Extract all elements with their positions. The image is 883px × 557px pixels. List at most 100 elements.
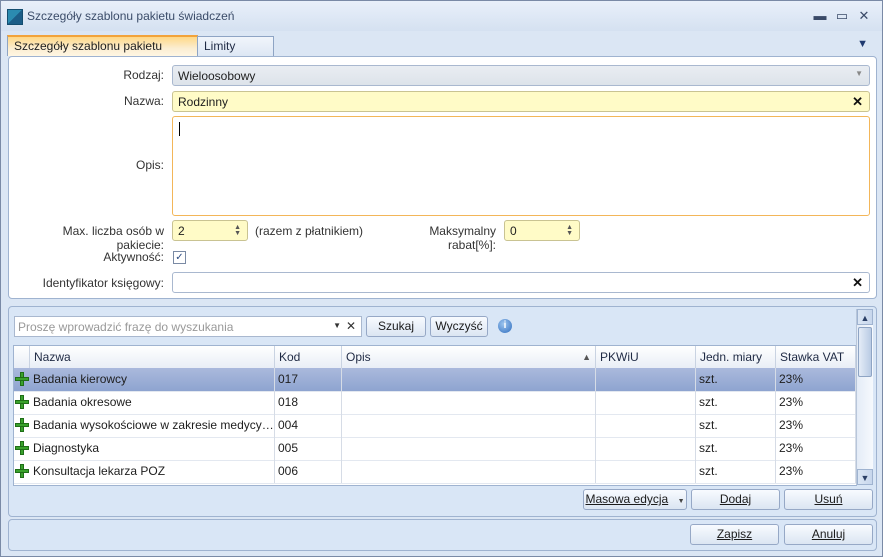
bulk-edit-label: Masowa edycja xyxy=(585,492,669,506)
cell-jedn-miary: szt. xyxy=(696,368,776,391)
table-row[interactable]: Badania okresowe 018 szt. 23% xyxy=(14,391,856,415)
bulk-edit-button[interactable]: Masowa edycja ▼ xyxy=(583,489,687,510)
column-header-nazwa[interactable]: Nazwa xyxy=(30,346,275,368)
nazwa-label: Nazwa: xyxy=(123,94,164,108)
save-button[interactable]: Zapisz xyxy=(690,524,779,545)
clear-identyfikator-icon[interactable]: ✕ xyxy=(852,275,863,291)
cell-opis xyxy=(342,414,596,437)
remove-button-label: Usuń xyxy=(814,492,843,506)
text-cursor xyxy=(179,122,180,136)
rabat-label: Maksymalny rabat[%]: xyxy=(429,224,496,252)
sort-ascending-icon: ▲ xyxy=(582,352,591,362)
close-button[interactable]: ✕ xyxy=(854,7,874,25)
scroll-up-icon[interactable]: ▲ xyxy=(857,309,873,325)
services-table: Nazwa Kod Opis ▲ PKWiU Jedn. miary Stawk… xyxy=(13,345,857,486)
spinner-arrows-icon[interactable]: ▲ ▼ xyxy=(234,224,241,237)
max-osob-value: 2 xyxy=(178,224,185,238)
window-title: Szczegóły szablonu pakietu świadczeń xyxy=(27,9,235,23)
cell-kod: 004 xyxy=(275,414,342,437)
cell-jedn-miary: szt. xyxy=(696,437,776,460)
cell-nazwa: Diagnostyka xyxy=(30,437,275,460)
tab-menu-icon[interactable]: ▼ xyxy=(857,38,868,50)
spinner-arrows-icon[interactable]: ▲ ▼ xyxy=(566,224,573,237)
add-button[interactable]: Dodaj xyxy=(691,489,780,510)
table-row[interactable]: Badania wysokościowe w zakresie medycyny… xyxy=(14,414,856,438)
footer-panel: Zapisz Anuluj xyxy=(8,519,877,551)
tab-limits[interactable]: Limity [Alt+2] xyxy=(197,36,274,72)
cell-opis xyxy=(342,437,596,460)
opis-label: Opis: xyxy=(135,158,164,172)
cell-nazwa: Konsultacja lekarza POZ xyxy=(30,460,275,483)
rodzaj-value: Wieloosobowy xyxy=(178,69,256,83)
details-panel: Rodzaj: Wieloosobowy ▼ Nazwa: Rodzinny ✕… xyxy=(8,56,877,299)
aktywnosc-checkbox[interactable]: ✓ xyxy=(173,251,186,264)
cell-stawka-vat: 23% xyxy=(776,391,856,414)
add-plus-icon[interactable] xyxy=(15,418,29,432)
column-header-kod[interactable]: Kod xyxy=(275,346,342,368)
cell-jedn-miary: szt. xyxy=(696,391,776,414)
save-button-label: Zapisz xyxy=(716,527,753,541)
search-button[interactable]: Szukaj xyxy=(366,316,426,337)
cell-stawka-vat: 23% xyxy=(776,414,856,437)
table-row[interactable]: Diagnostyka 005 szt. 23% xyxy=(14,437,856,461)
vertical-scrollbar[interactable]: ▲ ▼ xyxy=(856,309,873,485)
search-placeholder: Proszę wprowadzić frazę do wyszukania xyxy=(18,320,234,334)
remove-button[interactable]: Usuń xyxy=(784,489,873,510)
column-header-opis-label: Opis xyxy=(346,350,371,364)
tab-details[interactable]: Szczegóły szablonu pakietu [Alt+1] xyxy=(7,35,198,72)
services-grid-panel: Proszę wprowadzić frazę do wyszukania ▼ … xyxy=(8,306,877,517)
column-header-opis[interactable]: Opis ▲ xyxy=(342,346,596,368)
cancel-button-label: Anuluj xyxy=(811,527,846,541)
column-header-jedn-miary[interactable]: Jedn. miary xyxy=(696,346,776,368)
column-header-pkwiu[interactable]: PKWiU xyxy=(596,346,696,368)
add-button-label: Dodaj xyxy=(719,492,752,506)
opis-textarea[interactable] xyxy=(172,116,870,216)
add-plus-icon[interactable] xyxy=(15,441,29,455)
maximize-button[interactable]: ▭ xyxy=(832,7,852,25)
header-icon-column xyxy=(14,346,30,368)
search-dropdown-icon[interactable]: ▼ xyxy=(333,321,341,330)
clear-button[interactable]: Wyczyść xyxy=(430,316,488,337)
rabat-value: 0 xyxy=(510,224,517,238)
add-plus-icon[interactable] xyxy=(15,395,29,409)
scroll-thumb[interactable] xyxy=(858,327,872,377)
cell-pkwiu xyxy=(596,460,696,483)
max-osob-label: Max. liczba osób w pakiecie: xyxy=(62,224,164,252)
max-osob-note: (razem z płatnikiem) xyxy=(255,224,364,238)
column-header-stawka-vat[interactable]: Stawka VAT xyxy=(776,346,856,368)
info-icon[interactable]: i xyxy=(498,319,512,333)
app-icon xyxy=(7,9,23,25)
max-osob-spinner[interactable]: 2 ▲ ▼ xyxy=(172,220,248,241)
chevron-down-icon[interactable]: ▼ xyxy=(855,69,863,78)
cell-nazwa: Badania wysokościowe w zakresie medycyny… xyxy=(30,414,275,437)
table-row[interactable]: Konsultacja lekarza POZ 006 szt. 23% xyxy=(14,460,856,484)
cell-kod: 018 xyxy=(275,391,342,414)
identyfikator-input[interactable]: ✕ xyxy=(172,272,870,293)
nazwa-input[interactable]: Rodzinny ✕ xyxy=(172,91,870,112)
cell-stawka-vat: 23% xyxy=(776,437,856,460)
rodzaj-select[interactable]: Wieloosobowy ▼ xyxy=(172,65,870,86)
cell-pkwiu xyxy=(596,391,696,414)
rodzaj-label: Rodzaj: xyxy=(123,68,164,82)
table-header: Nazwa Kod Opis ▲ PKWiU Jedn. miary Stawk… xyxy=(14,346,856,369)
search-input[interactable]: Proszę wprowadzić frazę do wyszukania ▼ … xyxy=(14,316,362,337)
cell-pkwiu xyxy=(596,437,696,460)
cell-kod: 005 xyxy=(275,437,342,460)
clear-nazwa-icon[interactable]: ✕ xyxy=(852,94,863,110)
search-clear-icon[interactable]: ✕ xyxy=(346,319,356,333)
cancel-button[interactable]: Anuluj xyxy=(784,524,873,545)
cell-jedn-miary: szt. xyxy=(696,414,776,437)
nazwa-value: Rodzinny xyxy=(178,95,229,109)
cell-kod: 017 xyxy=(275,368,342,391)
cell-nazwa: Badania okresowe xyxy=(30,391,275,414)
title-bar: Szczegóły szablonu pakietu świadczeń ▬ ▭… xyxy=(1,1,882,31)
rabat-spinner[interactable]: 0 ▲ ▼ xyxy=(504,220,580,241)
table-row[interactable]: Badania kierowcy 017 szt. 23% xyxy=(14,368,856,392)
scroll-down-icon[interactable]: ▼ xyxy=(857,469,873,485)
add-plus-icon[interactable] xyxy=(15,464,29,478)
cell-opis xyxy=(342,460,596,483)
cell-jedn-miary: szt. xyxy=(696,460,776,483)
add-plus-icon[interactable] xyxy=(15,372,29,386)
aktywnosc-label: Aktywność: xyxy=(103,250,164,264)
minimize-button[interactable]: ▬ xyxy=(810,7,830,25)
